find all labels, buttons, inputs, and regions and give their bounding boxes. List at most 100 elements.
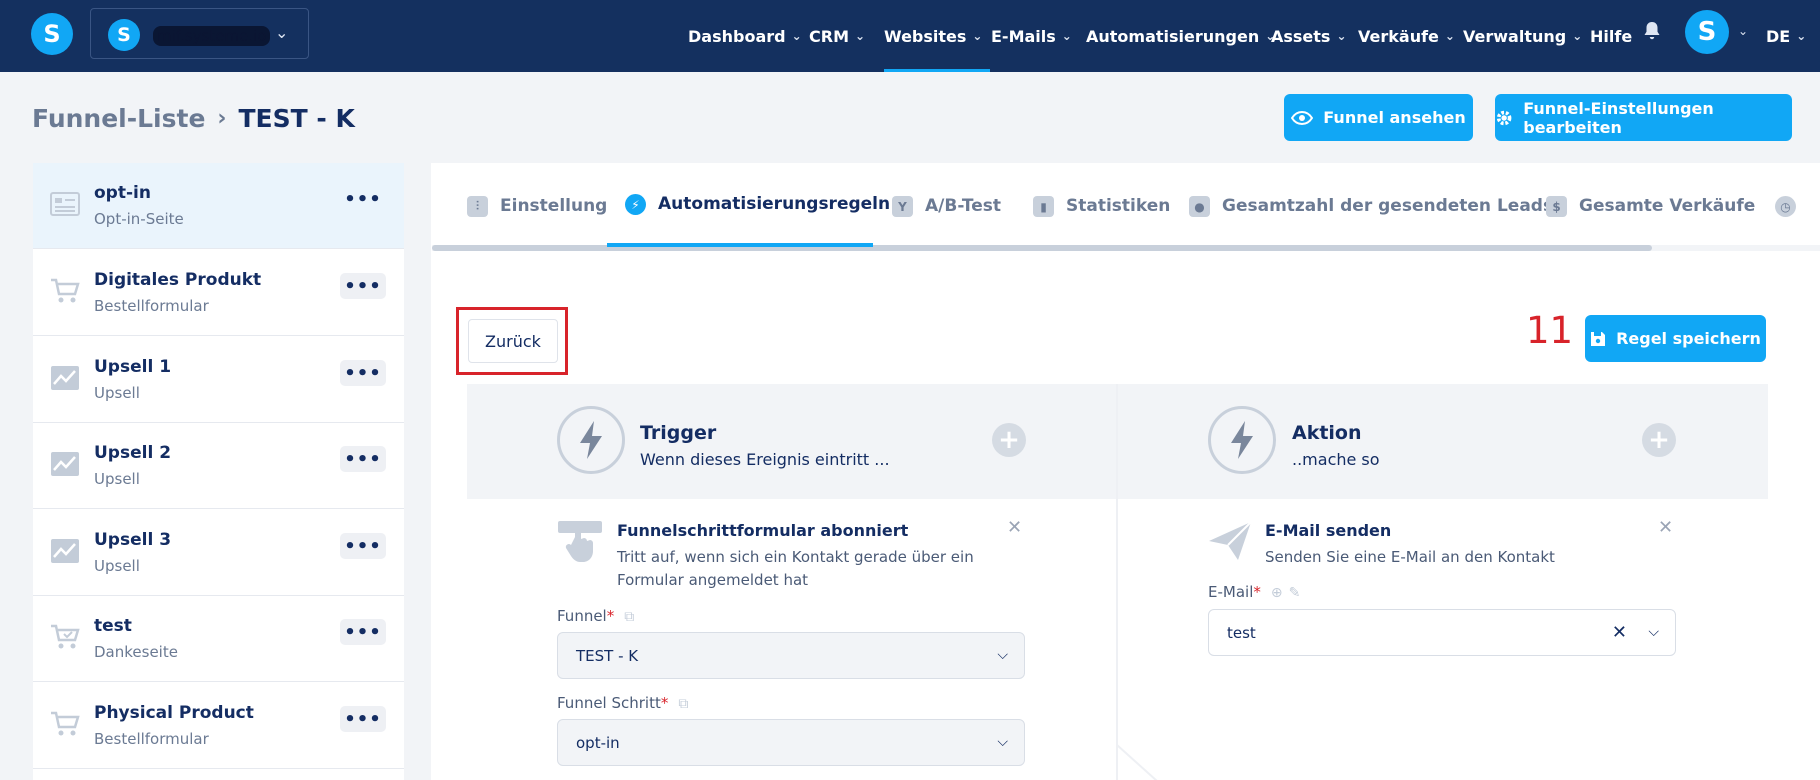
email-select-value: test <box>1227 623 1256 642</box>
workspace-selector[interactable]: S mif.systeme.io ⌄ <box>90 8 309 59</box>
systeme-logo[interactable]: S <box>31 13 73 55</box>
trigger-card-desc-line2: Formular angemeldet hat <box>617 571 809 589</box>
tab-automatisierungsregeln[interactable]: ⚡ Automatisierungsregeln <box>625 194 890 234</box>
tab-statistiken[interactable]: ▮ Statistiken <box>1033 196 1170 236</box>
funnel-step-item[interactable]: Upsell 1 Upsell ••• <box>33 337 404 423</box>
workspace-logo: S <box>108 19 140 51</box>
funnel-step-type: Bestellformular <box>94 297 209 315</box>
user-avatar[interactable]: S <box>1685 10 1729 54</box>
funnel-step-select-value: opt-in <box>576 733 620 752</box>
upsell-chart-icon <box>51 452 79 476</box>
action-card-title: E-Mail senden <box>1265 521 1392 540</box>
add-action-button[interactable]: + <box>1642 423 1676 457</box>
chevron-down-icon: ⌄ <box>972 29 983 43</box>
clear-icon[interactable]: ✕ <box>1612 622 1627 643</box>
edit-funnel-settings-button[interactable]: Funnel-Einstellungen bearbeiten <box>1495 94 1792 141</box>
action-header: Aktion ..mache so + <box>1118 384 1768 499</box>
action-card-desc: Senden Sie eine E-Mail an den Kontakt <box>1265 548 1555 566</box>
funnel-step-label-text: Funnel Schritt <box>557 694 661 712</box>
funnel-step-title: test <box>94 616 132 636</box>
action-title: Aktion <box>1292 422 1362 444</box>
funnel-step-item[interactable]: Upsell 3 Upsell ••• <box>33 510 404 596</box>
email-select[interactable]: test ✕ ⌵ <box>1208 609 1676 656</box>
tab-gesamte-verkaeufe[interactable]: $ Gesamte Verkäufe <box>1546 196 1755 236</box>
pencil-icon[interactable]: ✎ <box>1289 585 1301 601</box>
tab-ab-test[interactable]: Y A/B-Test <box>892 196 1001 236</box>
tab-ab-test-label: A/B-Test <box>925 196 1001 216</box>
funnel-step-type: Dankeseite <box>94 643 178 661</box>
funnel-step-type: Opt-in-Seite <box>94 210 184 228</box>
funnel-step-title: Upsell 2 <box>94 443 172 463</box>
tab-gesendete-leads-label: Gesamtzahl der gesendeten Leads <box>1222 196 1554 216</box>
funnel-step-item[interactable]: test Dankeseite ••• <box>33 596 404 682</box>
workspace-name: mif.systeme.io <box>153 26 271 46</box>
funnel-step-type: Bestellformular <box>94 730 209 748</box>
chevron-down-icon: ⌄ <box>1061 29 1072 43</box>
active-tab-indicator <box>607 243 873 247</box>
back-button[interactable]: Zurück <box>468 319 558 363</box>
chevron-down-icon: ⌄ <box>1796 29 1807 43</box>
chevron-down-icon: ⌵ <box>997 734 1008 750</box>
funnel-select-value: TEST - K <box>576 646 639 665</box>
split-icon: Y <box>892 196 913 217</box>
chevron-down-icon: ⌵ <box>997 647 1008 663</box>
nav-websites[interactable]: Websites ⌄ <box>884 0 991 72</box>
funnel-step-title: Upsell 3 <box>94 530 172 550</box>
funnel-label-text: Funnel <box>557 607 607 625</box>
funnel-select[interactable]: TEST - K ⌵ <box>557 632 1025 679</box>
chevron-down-icon[interactable]: ⌄ <box>1738 24 1748 38</box>
nav-crm[interactable]: CRM ⌄ <box>809 0 865 72</box>
more-options-button[interactable]: ••• <box>340 706 386 732</box>
funnel-step-select[interactable]: opt-in ⌵ <box>557 719 1025 766</box>
lightning-icon: ⚡ <box>625 194 646 215</box>
funnel-label: Funnel* ⧉ <box>557 607 635 625</box>
funnel-step-title: opt-in <box>94 183 151 203</box>
language-selector[interactable]: DE ⌄ <box>1766 0 1806 72</box>
tab-einstellung[interactable]: ⫶ Einstellung <box>467 196 607 236</box>
language-label: DE <box>1766 26 1791 46</box>
more-options-button[interactable]: ••• <box>340 446 386 472</box>
view-funnel-button[interactable]: Funnel ansehen <box>1284 94 1473 141</box>
tab-more[interactable]: ◷ <box>1775 196 1808 236</box>
add-circle-icon[interactable]: ⊕ <box>1271 585 1283 601</box>
more-options-button[interactable]: ••• <box>340 619 386 645</box>
nav-websites-label: Websites <box>884 26 967 46</box>
email-label-text: E-Mail <box>1208 583 1254 601</box>
nav-emails[interactable]: E-Mails ⌄ <box>991 0 1072 72</box>
nav-automatisierungen[interactable]: Automatisierungen ⌄ <box>1086 0 1275 72</box>
add-trigger-button[interactable]: + <box>992 423 1026 457</box>
more-options-button[interactable]: ••• <box>340 533 386 559</box>
breadcrumb-funnel-list[interactable]: Funnel-Liste <box>32 104 205 133</box>
external-link-icon[interactable]: ⧉ <box>624 609 634 625</box>
close-icon[interactable]: ✕ <box>1658 517 1673 538</box>
tab-gesamte-verkaeufe-label: Gesamte Verkäufe <box>1579 196 1756 216</box>
funnel-step-item[interactable]: Upsell 2 Upsell ••• <box>33 423 404 509</box>
bell-icon[interactable] <box>1643 21 1661 41</box>
connector-line <box>1116 744 1158 780</box>
funnel-step-item[interactable]: Digitales Produkt Bestellformular ••• <box>33 250 404 336</box>
clock-icon: ◷ <box>1775 196 1796 217</box>
more-options-button[interactable]: ••• <box>340 360 386 386</box>
save-rule-label: Regel speichern <box>1616 329 1761 348</box>
nav-dashboard-label: Dashboard <box>688 26 786 46</box>
more-options-button[interactable]: ••• <box>340 186 386 212</box>
funnel-step-item[interactable]: Physical Product Bestellformular ••• <box>33 683 404 769</box>
users-icon: ● <box>1189 196 1210 217</box>
nav-verkaeufe[interactable]: Verkäufe ⌄ <box>1358 0 1455 72</box>
close-icon[interactable]: ✕ <box>1007 517 1022 538</box>
nav-assets[interactable]: Assets ⌄ <box>1271 0 1347 72</box>
view-funnel-label: Funnel ansehen <box>1323 108 1466 127</box>
nav-verwaltung[interactable]: Verwaltung ⌄ <box>1463 0 1582 72</box>
nav-dashboard[interactable]: Dashboard ⌄ <box>688 0 802 72</box>
save-rule-button[interactable]: Regel speichern <box>1585 315 1766 362</box>
nav-hilfe-label: Hilfe <box>1590 26 1633 46</box>
more-options-button[interactable]: ••• <box>340 273 386 299</box>
external-link-icon[interactable]: ⧉ <box>678 696 688 712</box>
chevron-down-icon: ⌄ <box>275 23 289 42</box>
funnel-step-item[interactable]: opt-in Opt-in-Seite ••• <box>33 163 404 249</box>
page-icon <box>50 192 80 216</box>
tab-gesendete-leads[interactable]: ● Gesamtzahl der gesendeten Leads <box>1189 196 1553 236</box>
chevron-down-icon: ⌄ <box>1444 29 1455 43</box>
funnel-step-type: Upsell <box>94 384 140 402</box>
nav-hilfe[interactable]: Hilfe <box>1590 0 1632 72</box>
